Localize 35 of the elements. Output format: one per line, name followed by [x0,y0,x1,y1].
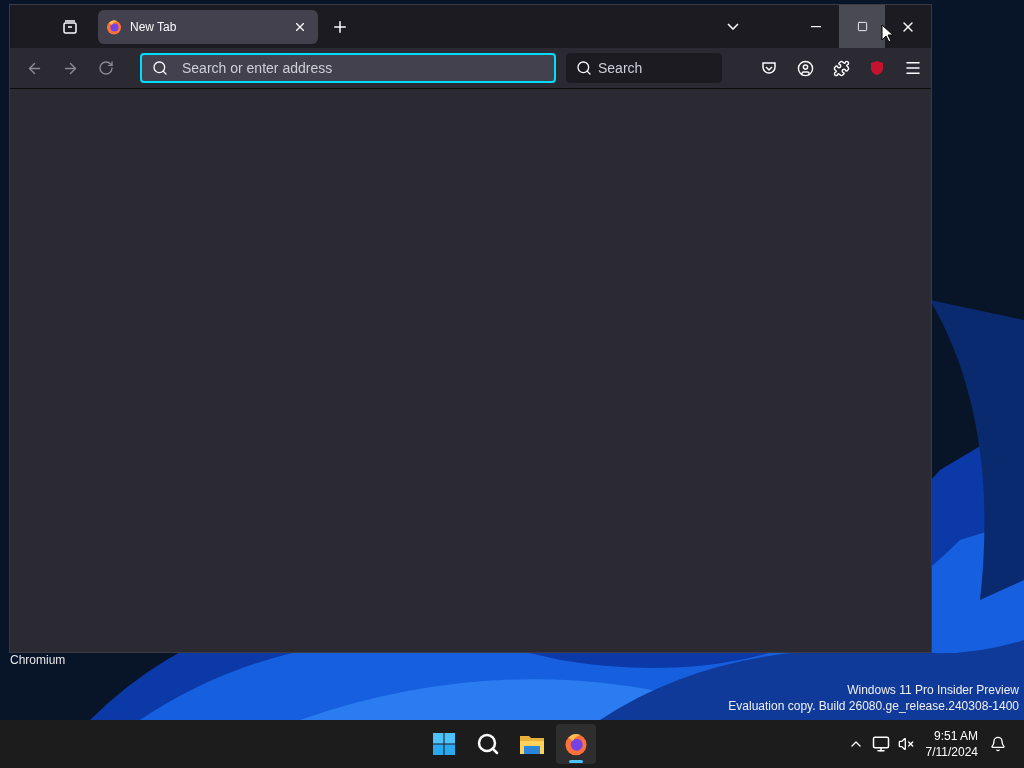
start-icon [432,732,456,756]
search-field[interactable]: Search [598,60,722,76]
taskbar-app-button[interactable] [556,724,596,764]
shield-icon [869,60,885,76]
clock-date: 7/11/2024 [925,744,978,760]
search-icon [476,732,500,756]
desktop-icon-label[interactable]: Chromium [10,653,66,667]
clock-time: 9:51 AM [933,728,978,744]
address-bar[interactable]: Search or enter address [140,53,556,83]
watermark-text: Windows 11 Pro Insider Preview [847,683,1019,698]
puzzle-icon [832,59,850,77]
tab-title: New Tab [130,19,178,34]
maximize-button[interactable] [839,5,885,48]
clock[interactable]: 9:51 AM 7/11/2024 [925,728,978,760]
minimize-icon [811,25,821,28]
volume-muted-icon[interactable] [897,736,914,752]
network-icon[interactable] [871,735,890,753]
account-icon [796,59,814,77]
notification-icon[interactable] [990,736,1006,752]
reload-icon [98,60,114,76]
browser-logo-icon [106,18,122,35]
pocket-icon [761,60,777,76]
watermark-text: Evaluation copy. Build 26080.ge_release.240308-1400 [728,699,1019,714]
cursor-icon [881,24,893,43]
browser-logo-icon [564,732,588,756]
browser-tab[interactable]: New Tab [98,9,318,44]
chevron-down-icon [727,23,739,30]
menu-icon [904,59,922,77]
address-field[interactable]: Search or enter address [182,60,554,76]
search-icon [576,60,592,76]
search-bar[interactable]: Search [566,53,722,83]
search-icon [152,60,168,76]
tab-overview-icon [62,18,78,35]
folder-icon [519,733,545,755]
maximize-icon [856,21,868,32]
